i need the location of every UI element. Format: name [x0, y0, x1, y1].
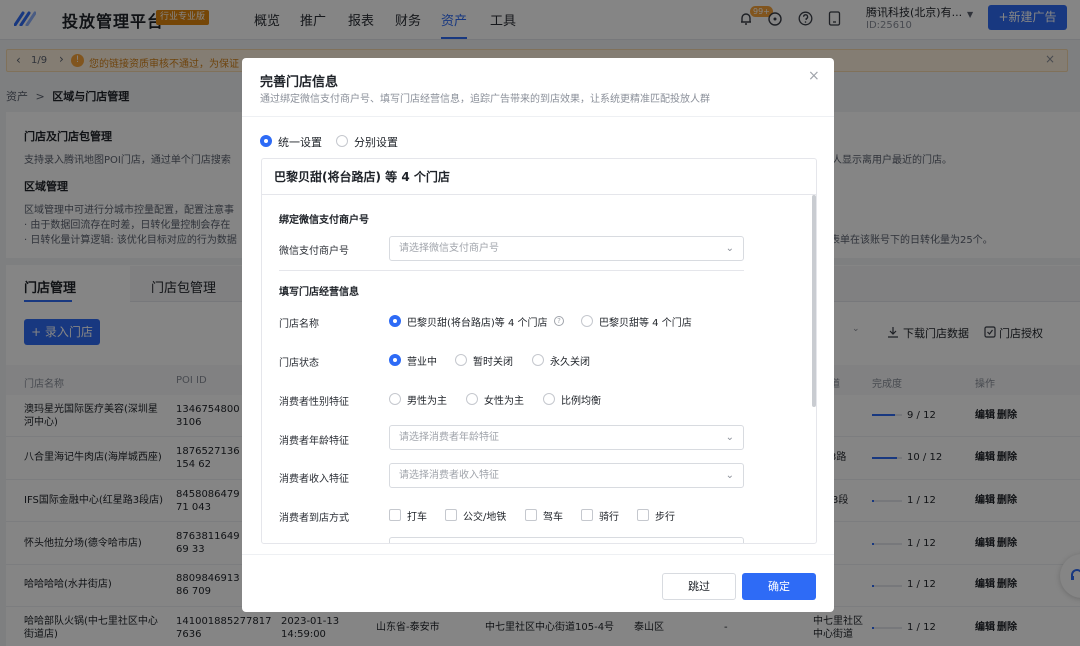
dialog-subtitle: 通过绑定微信支付商户号、填写门店经营信息，追踪广告带来的到店效果，让系统更精准匹… [260, 94, 710, 105]
store-name-option-1-radio[interactable] [389, 315, 401, 327]
skip-button[interactable]: 跳过 [662, 573, 736, 600]
visit-transit-label[interactable]: 公交/地铁 [463, 508, 506, 523]
store-name-option-2-label[interactable]: 巴黎贝甜等 4 个门店 [599, 314, 692, 329]
status-perm-closed-label[interactable]: 永久关闭 [550, 353, 590, 368]
age-label: 消费者年龄特征 [279, 436, 349, 447]
merchant-select[interactable]: 请选择微信支付商户号 ⌄ [389, 236, 744, 261]
store-group-title: 巴黎贝甜(将台路店) 等 4 个门店 [262, 159, 816, 195]
chevron-down-icon: ⌄ [725, 470, 734, 481]
status-temp-closed-radio[interactable] [455, 354, 467, 366]
income-label: 消费者收入特征 [279, 474, 349, 485]
merchant-placeholder: 请选择微信支付商户号 [399, 243, 499, 254]
confirm-button[interactable]: 确定 [742, 573, 816, 600]
gender-male-radio[interactable] [389, 393, 401, 405]
scrollbar[interactable] [812, 195, 816, 407]
store-name-option-2-radio[interactable] [581, 315, 593, 327]
visit-drive-checkbox[interactable] [525, 509, 537, 521]
age-select[interactable]: 请选择消费者年龄特征 ⌄ [389, 425, 744, 450]
merchant-label: 微信支付商户号 [279, 246, 349, 257]
store-status-label: 门店状态 [279, 358, 319, 369]
status-open-radio[interactable] [389, 354, 401, 366]
status-open-label[interactable]: 营业中 [407, 353, 437, 368]
visit-walk-label[interactable]: 步行 [655, 508, 675, 523]
visit-taxi-label[interactable]: 打车 [407, 508, 427, 523]
store-name-label: 门店名称 [279, 319, 319, 330]
store-name-option-1-label[interactable]: 巴黎贝甜(将台路店)等 4 个门店 [407, 314, 548, 329]
visit-bike-label[interactable]: 骑行 [599, 508, 619, 523]
close-icon[interactable]: × [808, 68, 820, 84]
status-temp-closed-label[interactable]: 暂时关闭 [473, 353, 513, 368]
next-field-select[interactable] [389, 537, 744, 543]
visit-taxi-checkbox[interactable] [389, 509, 401, 521]
unified-setting-label[interactable]: 统一设置 [278, 134, 322, 150]
separate-setting-label[interactable]: 分别设置 [354, 134, 398, 150]
info-icon[interactable]: ? [554, 316, 564, 326]
chevron-down-icon: ⌄ [725, 432, 734, 443]
store-group-card: 巴黎贝甜(将台路店) 等 4 个门店 绑定微信支付商户号 微信支付商户号 请选择… [261, 158, 817, 544]
visit-walk-checkbox[interactable] [637, 509, 649, 521]
age-placeholder: 请选择消费者年龄特征 [399, 432, 499, 443]
gender-label: 消费者性别特征 [279, 397, 349, 408]
dialog-header-divider [242, 116, 834, 117]
gender-balanced-radio[interactable] [543, 393, 555, 405]
section-store-operation: 填写门店经营信息 [279, 287, 359, 298]
chevron-down-icon: ⌄ [725, 243, 734, 254]
gender-male-label[interactable]: 男性为主 [407, 392, 447, 407]
gender-female-radio[interactable] [466, 393, 478, 405]
visit-mode-label: 消费者到店方式 [279, 513, 349, 524]
income-placeholder: 请选择消费者收入特征 [399, 470, 499, 481]
income-select[interactable]: 请选择消费者收入特征 ⌄ [389, 463, 744, 488]
gender-female-label[interactable]: 女性为主 [484, 392, 524, 407]
section-divider [279, 270, 744, 271]
unified-setting-radio[interactable] [260, 135, 272, 147]
section-bind-merchant: 绑定微信支付商户号 [279, 215, 369, 226]
dialog-footer-divider [242, 554, 834, 555]
dialog-title: 完善门店信息 [260, 75, 339, 90]
complete-store-info-dialog: 完善门店信息 通过绑定微信支付商户号、填写门店经营信息，追踪广告带来的到店效果，… [242, 58, 834, 612]
visit-drive-label[interactable]: 驾车 [543, 508, 563, 523]
visit-bike-checkbox[interactable] [581, 509, 593, 521]
separate-setting-radio[interactable] [336, 135, 348, 147]
gender-balanced-label[interactable]: 比例均衡 [561, 392, 601, 407]
status-perm-closed-radio[interactable] [532, 354, 544, 366]
visit-transit-checkbox[interactable] [445, 509, 457, 521]
